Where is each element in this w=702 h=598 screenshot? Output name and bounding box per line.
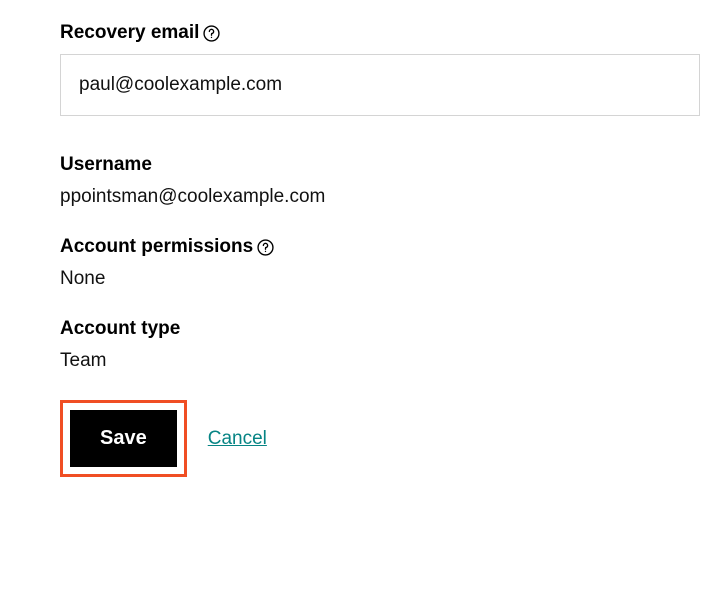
account-type-label: Account type bbox=[60, 318, 702, 340]
recovery-email-label-text: Recovery email bbox=[60, 22, 199, 44]
username-group: Username ppointsman@coolexample.com bbox=[60, 154, 702, 208]
account-type-value: Team bbox=[60, 350, 702, 372]
permissions-label: Account permissions bbox=[60, 236, 702, 258]
username-value: ppointsman@coolexample.com bbox=[60, 186, 702, 208]
permissions-group: Account permissions None bbox=[60, 236, 702, 290]
help-icon[interactable] bbox=[257, 239, 274, 256]
help-icon[interactable] bbox=[203, 25, 220, 42]
username-label: Username bbox=[60, 154, 702, 176]
save-button[interactable]: Save bbox=[70, 410, 177, 467]
permissions-value: None bbox=[60, 268, 702, 290]
recovery-email-group: Recovery email bbox=[60, 22, 702, 116]
permissions-label-text: Account permissions bbox=[60, 236, 253, 258]
cancel-link[interactable]: Cancel bbox=[208, 428, 267, 450]
account-type-group: Account type Team bbox=[60, 318, 702, 372]
recovery-email-input[interactable] bbox=[60, 54, 700, 116]
actions-row: Save Cancel bbox=[60, 400, 702, 477]
save-highlight-box: Save bbox=[60, 400, 187, 477]
recovery-email-label: Recovery email bbox=[60, 22, 702, 44]
